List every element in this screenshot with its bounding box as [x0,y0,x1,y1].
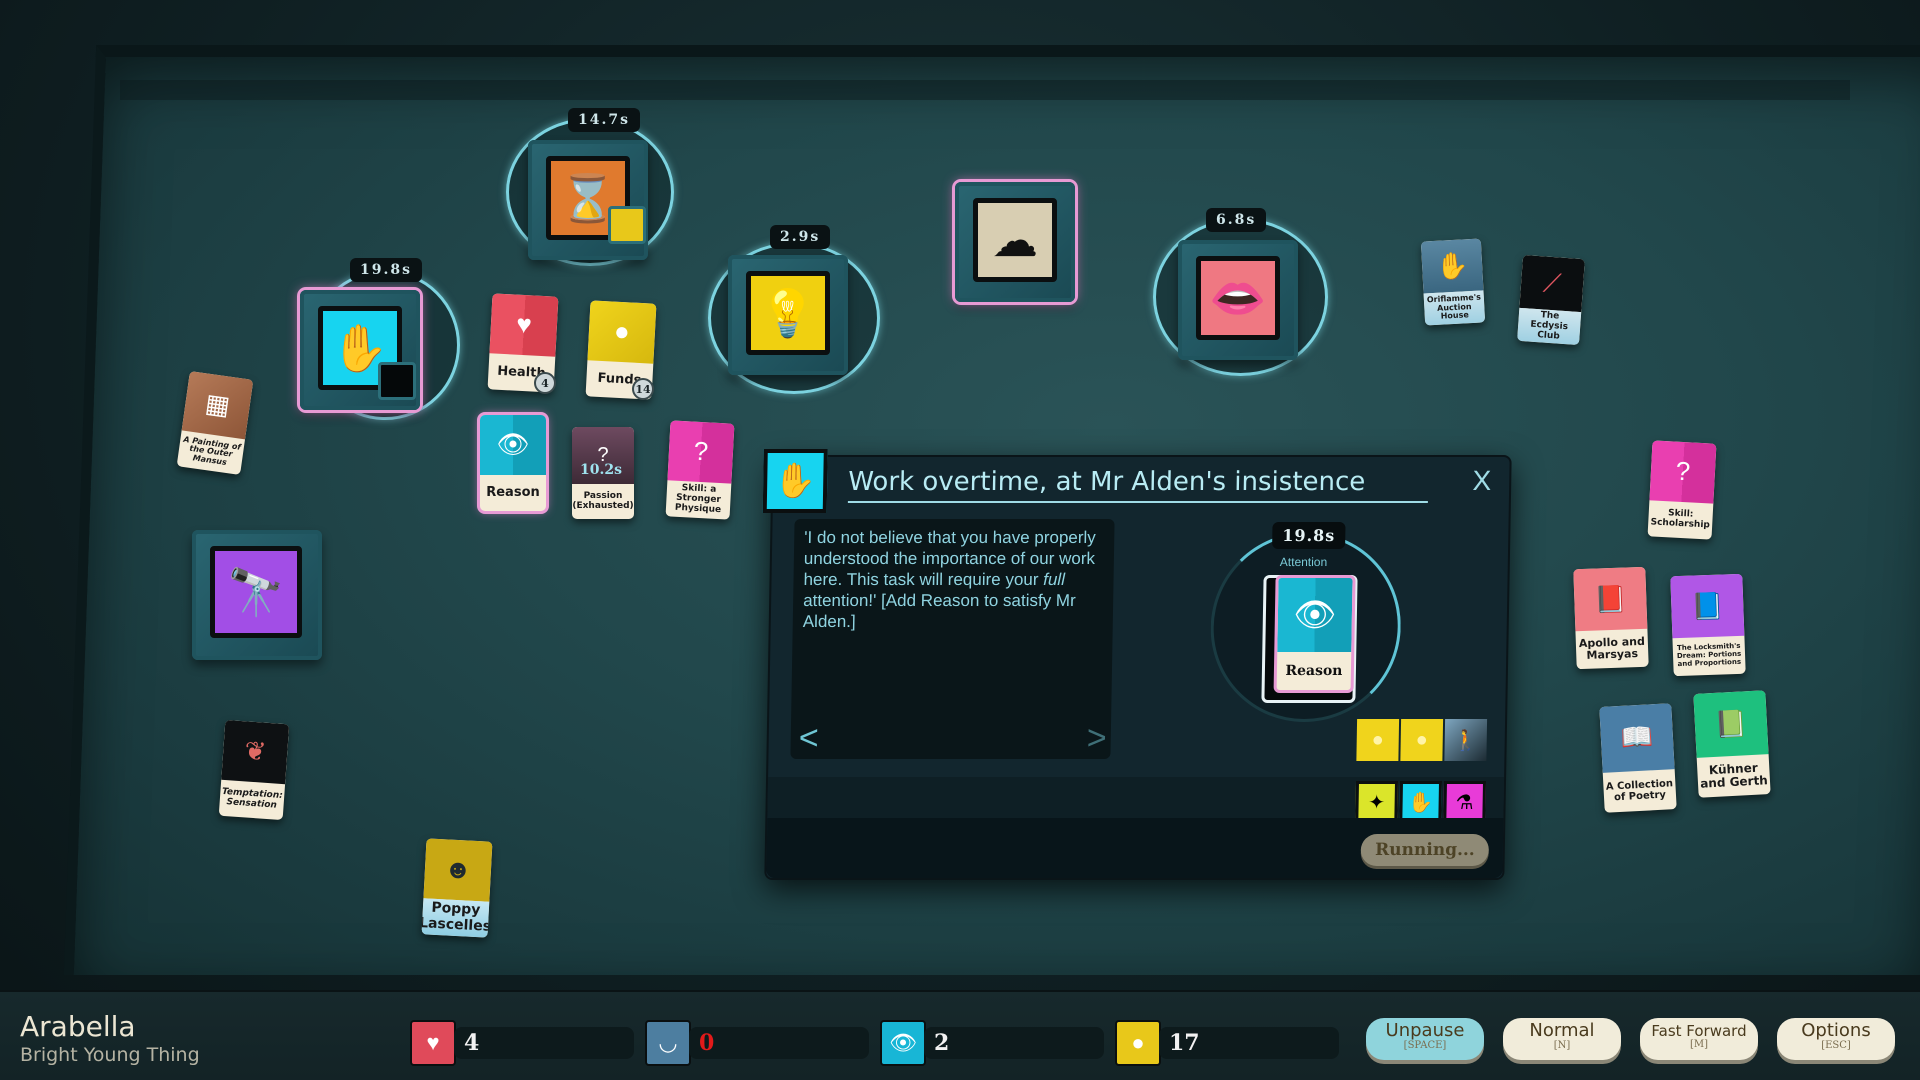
normal-label: Normal [1529,1020,1595,1041]
heart-icon: ♥ [489,293,559,357]
aspect-icons: ✦ ✋ ⚗ [1355,781,1487,823]
normal-key: [N] [1553,1040,1571,1051]
stat-dread[interactable]: ◡ 0 [645,1020,869,1066]
book-icon: 📘 [1670,573,1745,639]
player-title: Bright Young Thing [20,1044,200,1066]
situation-dialog: ✋ Work overtime, at Mr Alden's insistenc… [762,449,1512,880]
unpause-button[interactable]: Unpause [SPACE] [1366,1018,1484,1060]
fast-forward-key: [M] [1689,1039,1709,1050]
verb-study[interactable]: 💡 [728,255,848,375]
stat-health-value: 4 [454,1027,634,1059]
card-skill-physique[interactable]: ? Skill: a Stronger Physique [665,420,735,520]
slot-card-reason[interactable]: 👁 Reason [1273,575,1356,693]
walking-figure-icon: 🚶 [1444,719,1488,761]
question-icon: ? [1649,440,1717,504]
coin-icon: ● [1356,719,1400,761]
painting-icon: ▦ [181,371,254,439]
magnet-icon[interactable] [608,206,646,244]
options-label: Options [1801,1020,1871,1041]
card-kuhner[interactable]: 📗 Kühner and Gerth [1693,690,1771,798]
table-frame [120,80,1850,100]
card-poppy[interactable]: ☻ Poppy Lascelles [421,838,493,938]
eye-icon: 👁 [1277,578,1353,652]
question-icon: ? [667,420,735,484]
running-button[interactable]: Running... [1360,834,1490,866]
card-health-count: 4 [534,372,556,394]
potion-icon: ⚗ [1443,781,1487,823]
card-passion-timer: 10.2s [580,462,622,478]
closed-eye-icon: ◡ [645,1020,691,1066]
player-name: Arabella [20,1010,136,1043]
moth-icon: ✦ [1355,781,1399,823]
leg-icon: ⟋ [1519,254,1585,313]
verb-time[interactable]: ⌛ [528,140,648,260]
coin-icon: ● [1400,719,1444,761]
consumed-cards: ● ● 🚶 [1356,719,1488,761]
verb-explore[interactable]: 🔭 [192,530,322,660]
card-reason[interactable]: 👁 Reason [480,415,546,511]
dialog-text-emphasis: full [1043,570,1066,589]
verb-work-timer: 19.8s [350,258,422,282]
verb-work-slot[interactable] [378,362,416,400]
portrait-icon: ☻ [423,838,493,902]
previous-page-button[interactable]: < [798,719,819,758]
stat-reason-value: 2 [924,1027,1104,1059]
unpause-key: [SPACE] [1403,1040,1447,1051]
close-button[interactable]: X [1472,465,1491,497]
card-scholarship[interactable]: ? Skill: Scholarship [1647,440,1717,540]
lips-icon: 👄 [1196,256,1280,340]
card-locksmith[interactable]: 📘 The Locksmith's Dream: Portions and Pr… [1670,573,1746,677]
card-oriflamme[interactable]: ✋ Oriflamme's Auction House [1420,238,1486,326]
dialog-text-part: attention!' [Add Reason to satisfy Mr Al… [802,591,1076,631]
verb-study-timer: 2.9s [770,225,831,249]
fast-forward-button[interactable]: Fast Forward [M] [1640,1018,1758,1060]
verb-dream[interactable]: ☁ [955,182,1075,302]
book-icon: 📗 [1693,690,1769,759]
lightbulb-icon: 💡 [746,271,830,355]
thorn-icon: ❦ [221,719,290,784]
card-funds-count: 14 [632,378,654,400]
book-icon: 📕 [1573,566,1648,632]
card-ecdysis[interactable]: ⟋ The Ecdysis Club [1517,254,1585,346]
stat-dread-value: 0 [689,1027,869,1059]
hand-eye-icon: ✋ [762,449,828,513]
verb-work[interactable]: ✋ [300,290,420,410]
stat-funds[interactable]: ● 17 [1115,1020,1339,1066]
stat-reason[interactable]: 👁 2 [880,1020,1104,1066]
fast-forward-label: Fast Forward [1651,1022,1747,1040]
coin-icon: ● [587,300,657,364]
stat-health[interactable]: ♥ 4 [410,1020,634,1066]
card-temptation[interactable]: ❦ Temptation: Sensation [218,719,290,821]
card-poetry[interactable]: 📖 A Collection of Poetry [1599,703,1677,813]
telescope-icon: 🔭 [210,546,302,638]
eye-icon: 👁 [880,1020,926,1066]
verb-talk-timer: 6.8s [1206,208,1267,232]
coin-icon: ● [1115,1020,1161,1066]
book-icon: 📖 [1599,703,1675,773]
next-page-button[interactable]: > [1086,719,1107,758]
cloud-star-icon: ☁ [973,198,1057,282]
unpause-label: Unpause [1385,1020,1465,1041]
options-button[interactable]: Options [ESC] [1777,1018,1895,1060]
verb-time-timer: 14.7s [568,108,640,132]
dialog-title: Work overtime, at Mr Alden's insistence [847,467,1429,503]
options-key: [ESC] [1821,1040,1851,1051]
slot-timer: 19.8s [1272,522,1346,549]
dialog-description: 'I do not believe that you have properly… [803,527,1125,632]
eye-icon: 👁 [480,415,546,475]
verb-talk[interactable]: 👄 [1178,240,1298,360]
hand-eye-icon: ✋ [1399,781,1443,823]
heart-icon: ♥ [410,1020,456,1066]
slot-label: Attention [1279,555,1328,569]
card-painting[interactable]: ▦ A Painting of the Outer Mansus [176,371,254,475]
stat-funds-value: 17 [1159,1027,1339,1059]
normal-speed-button[interactable]: Normal [N] [1503,1018,1621,1060]
card-apollo[interactable]: 📕 Apollo and Marsyas [1573,566,1649,670]
bell-jar-hand-icon: ✋ [1420,238,1484,294]
